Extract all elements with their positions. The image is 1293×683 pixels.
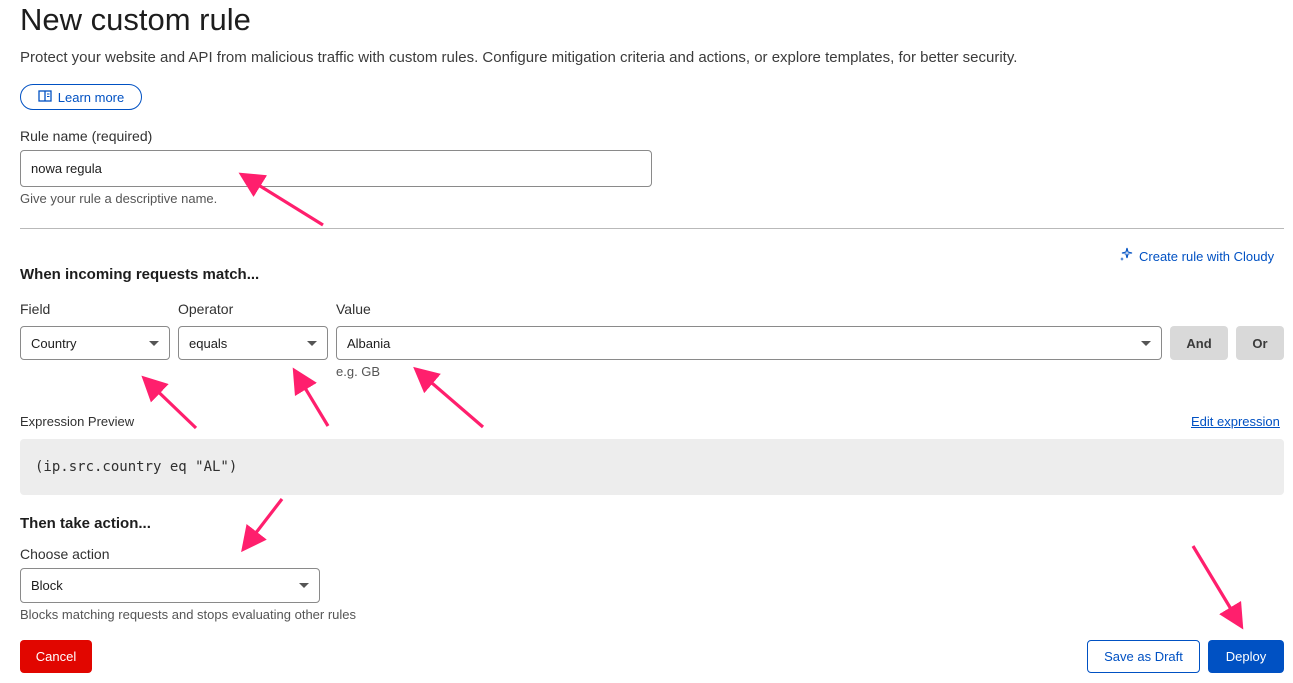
expression-text: (ip.src.country eq "AL")	[35, 459, 238, 475]
match-heading: When incoming requests match...	[20, 266, 260, 283]
expression-preview-label: Expression Preview	[20, 414, 135, 429]
field-select[interactable]: Country	[20, 326, 170, 360]
action-select[interactable]: Block	[20, 568, 320, 603]
learn-more-button[interactable]: Learn more	[20, 84, 142, 110]
rule-name-label: Rule name (required)	[20, 128, 153, 144]
operator-select-value: equals	[189, 335, 228, 351]
edit-expression-link[interactable]: Edit expression	[1191, 414, 1280, 429]
chevron-down-icon	[1141, 340, 1151, 346]
action-help: Blocks matching requests and stops evalu…	[20, 607, 357, 622]
field-label: Field	[20, 301, 51, 317]
rule-name-input[interactable]: nowa regula	[20, 150, 652, 187]
page-description: Protect your website and API from malici…	[20, 49, 1018, 66]
operator-select[interactable]: equals	[178, 326, 328, 360]
action-select-value: Block	[31, 578, 63, 593]
section-divider	[20, 228, 1284, 229]
and-button[interactable]: And	[1170, 326, 1228, 360]
annotation-arrow	[1191, 545, 1244, 630]
book-icon	[38, 89, 52, 105]
expression-preview: (ip.src.country eq "AL")	[20, 439, 1284, 495]
deploy-button[interactable]: Deploy	[1208, 640, 1284, 673]
save-draft-button[interactable]: Save as Draft	[1087, 640, 1200, 673]
learn-more-label: Learn more	[57, 89, 125, 105]
chevron-down-icon	[299, 583, 309, 588]
page-title: New custom rule	[20, 2, 251, 37]
rule-name-help: Give your rule a descriptive name.	[20, 191, 218, 206]
cancel-button[interactable]: Cancel	[20, 640, 92, 673]
annotation-arrow	[141, 375, 198, 430]
action-heading: Then take action...	[20, 515, 151, 532]
or-button[interactable]: Or	[1236, 326, 1284, 360]
choose-action-label: Choose action	[20, 546, 110, 562]
field-select-value: Country	[31, 335, 77, 351]
value-label: Value	[336, 301, 371, 317]
operator-label: Operator	[178, 301, 234, 317]
value-select-value: Albania	[347, 335, 391, 351]
chevron-down-icon	[307, 340, 317, 346]
create-with-cloudy-link[interactable]: Create rule with Cloudy	[1119, 247, 1274, 265]
sparkle-icon	[1119, 247, 1134, 265]
annotation-arrow	[241, 498, 284, 553]
annotation-arrow	[292, 367, 330, 427]
annotation-arrow	[413, 366, 485, 429]
value-select[interactable]: Albania	[336, 326, 1162, 360]
chevron-down-icon	[149, 340, 159, 346]
value-hint: e.g. GB	[336, 364, 381, 379]
create-with-cloudy-label: Create rule with Cloudy	[1139, 248, 1275, 264]
